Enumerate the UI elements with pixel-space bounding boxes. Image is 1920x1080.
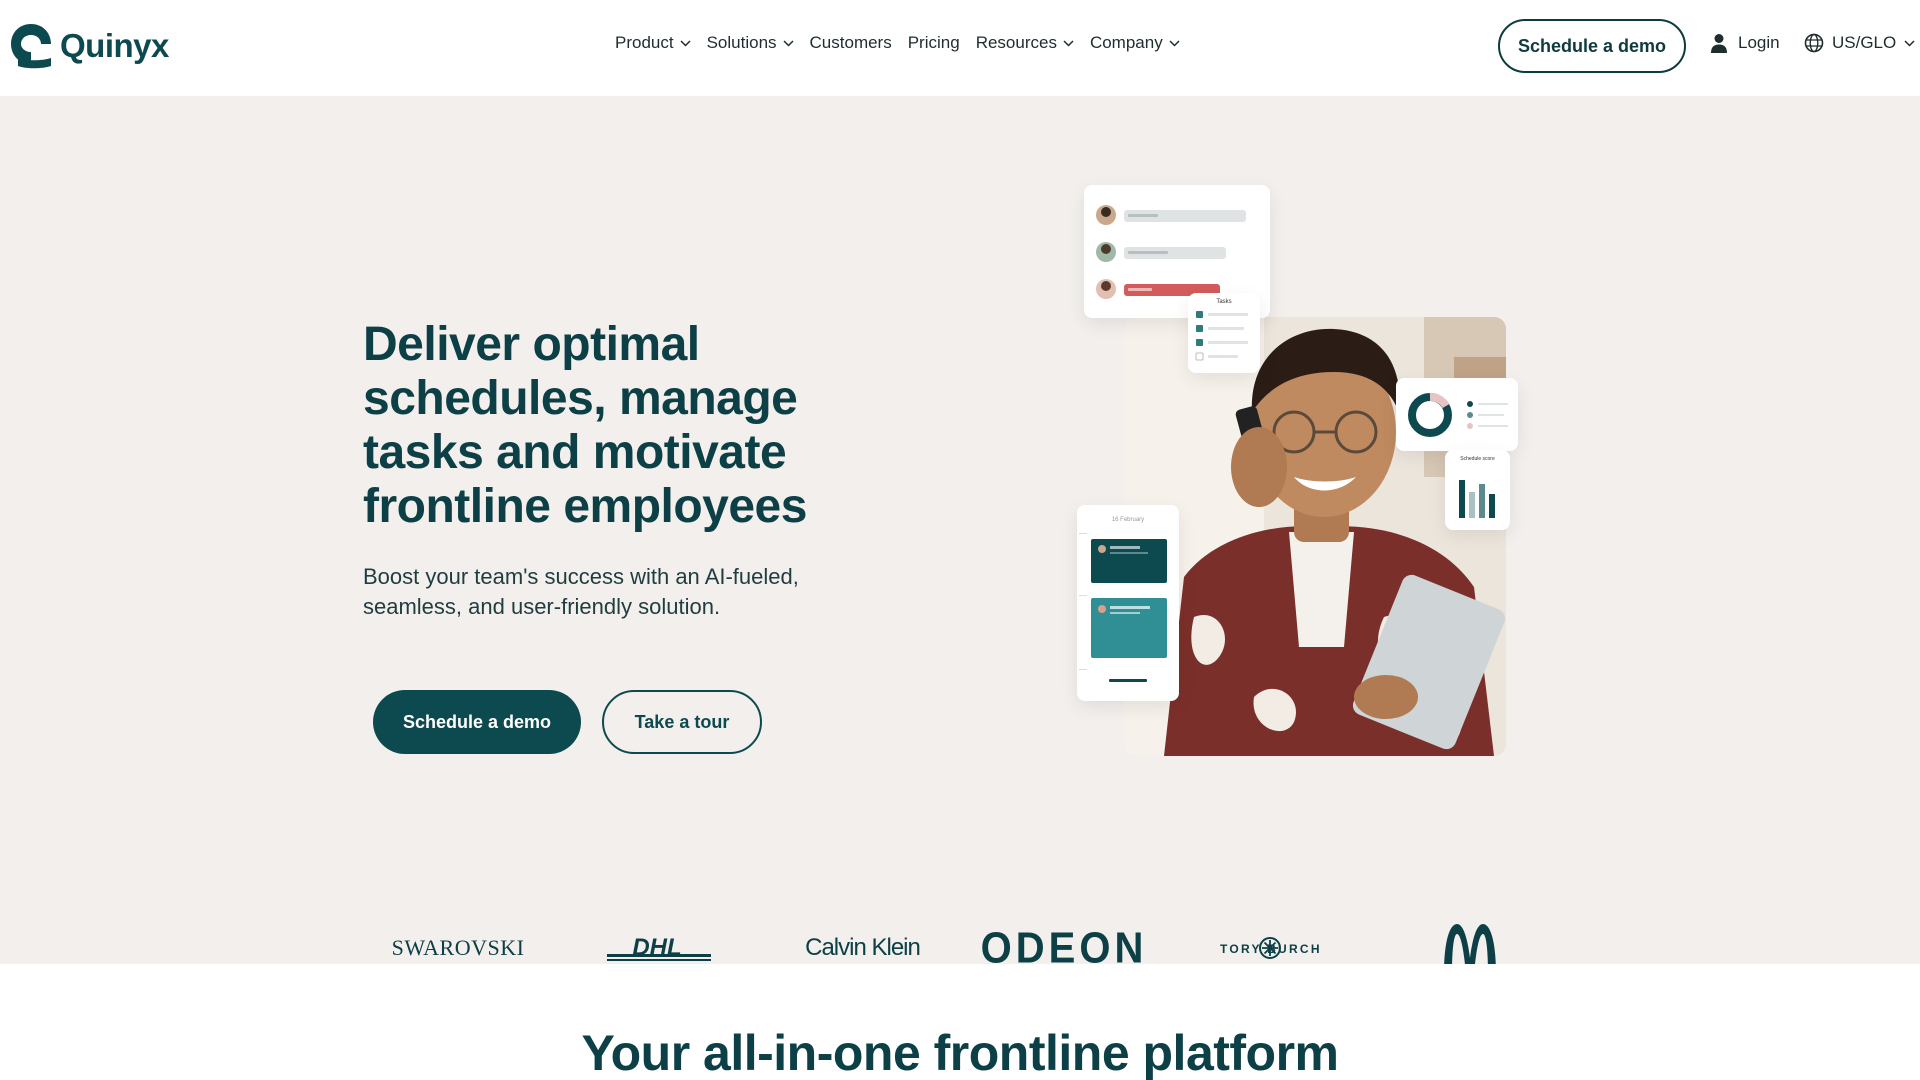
nav-product[interactable]: Product: [615, 33, 691, 53]
nav-company-label: Company: [1089, 33, 1163, 52]
task-checklist-graphic: [1195, 311, 1248, 361]
region-selector[interactable]: US/GLO: [1804, 33, 1915, 53]
region-label: US/GLO: [1832, 33, 1897, 52]
nav-company[interactable]: Company: [1090, 33, 1180, 53]
nav-solutions[interactable]: Solutions: [707, 33, 794, 53]
nav-pricing[interactable]: Pricing: [908, 33, 960, 53]
user-icon: [1711, 34, 1727, 53]
dhl-logo-text: DHL: [632, 934, 681, 961]
tasks-card: Tasks: [1188, 293, 1260, 373]
nav-product-label: Product: [615, 33, 674, 52]
platform-section: Your all-in-one frontline platform: [0, 964, 1920, 1080]
dhl-logo-graphic: DHL: [607, 934, 711, 961]
logo-text: Quinyx: [60, 27, 169, 64]
nav-pricing-label: Pricing: [907, 33, 960, 52]
nav-customers[interactable]: Customers: [810, 33, 892, 53]
chevron-down-icon: [1904, 39, 1915, 47]
nav-customers-label: Customers: [809, 33, 892, 52]
quinyx-logo[interactable]: Quinyx: [10, 22, 169, 70]
bar-chart-graphic: [1459, 480, 1495, 518]
take-a-tour-button[interactable]: Take a tour: [602, 690, 762, 754]
hero-section: Deliver optimal schedules, manage tasks …: [0, 96, 1920, 974]
schedule-score-card: Schedule score: [1445, 450, 1510, 530]
donut-chart-graphic: [1408, 393, 1508, 437]
platform-title: Your all-in-one frontline platform: [581, 1025, 1339, 1080]
site-header: Quinyx Product Solutions Customers Prici…: [0, 0, 1920, 96]
login-link[interactable]: Login: [1710, 33, 1780, 53]
chevron-down-icon: [783, 39, 794, 47]
hero-subtitle: Boost your team's success with an AI-fue…: [363, 564, 799, 619]
chevron-down-icon: [680, 39, 691, 47]
header-schedule-demo-button[interactable]: Schedule a demo: [1498, 19, 1686, 73]
hero-schedule-demo-button[interactable]: Schedule a demo: [373, 690, 581, 754]
nav-solutions-label: Solutions: [706, 33, 777, 52]
chevron-down-icon: [1169, 39, 1180, 47]
quinyx-logo-icon: [11, 24, 51, 69]
tory-burch-logo-text: TORY BURCH: [1220, 942, 1320, 956]
main-nav: Product Solutions Customers Pricing Reso…: [615, 33, 1180, 53]
shift-blocks-graphic: [1079, 533, 1167, 682]
nav-resources[interactable]: Resources: [976, 33, 1074, 53]
hero-title: Deliver optimal schedules, manage tasks …: [363, 318, 807, 533]
globe-icon: [1804, 33, 1824, 53]
donut-chart-card: [1396, 378, 1518, 451]
tory-burch-logo-graphic: TORY BURCH: [1220, 937, 1320, 959]
nav-resources-label: Resources: [975, 33, 1057, 52]
login-label: Login: [1738, 33, 1780, 52]
chevron-down-icon: [1063, 39, 1074, 47]
shift-calendar-card: 16 February: [1077, 505, 1179, 701]
